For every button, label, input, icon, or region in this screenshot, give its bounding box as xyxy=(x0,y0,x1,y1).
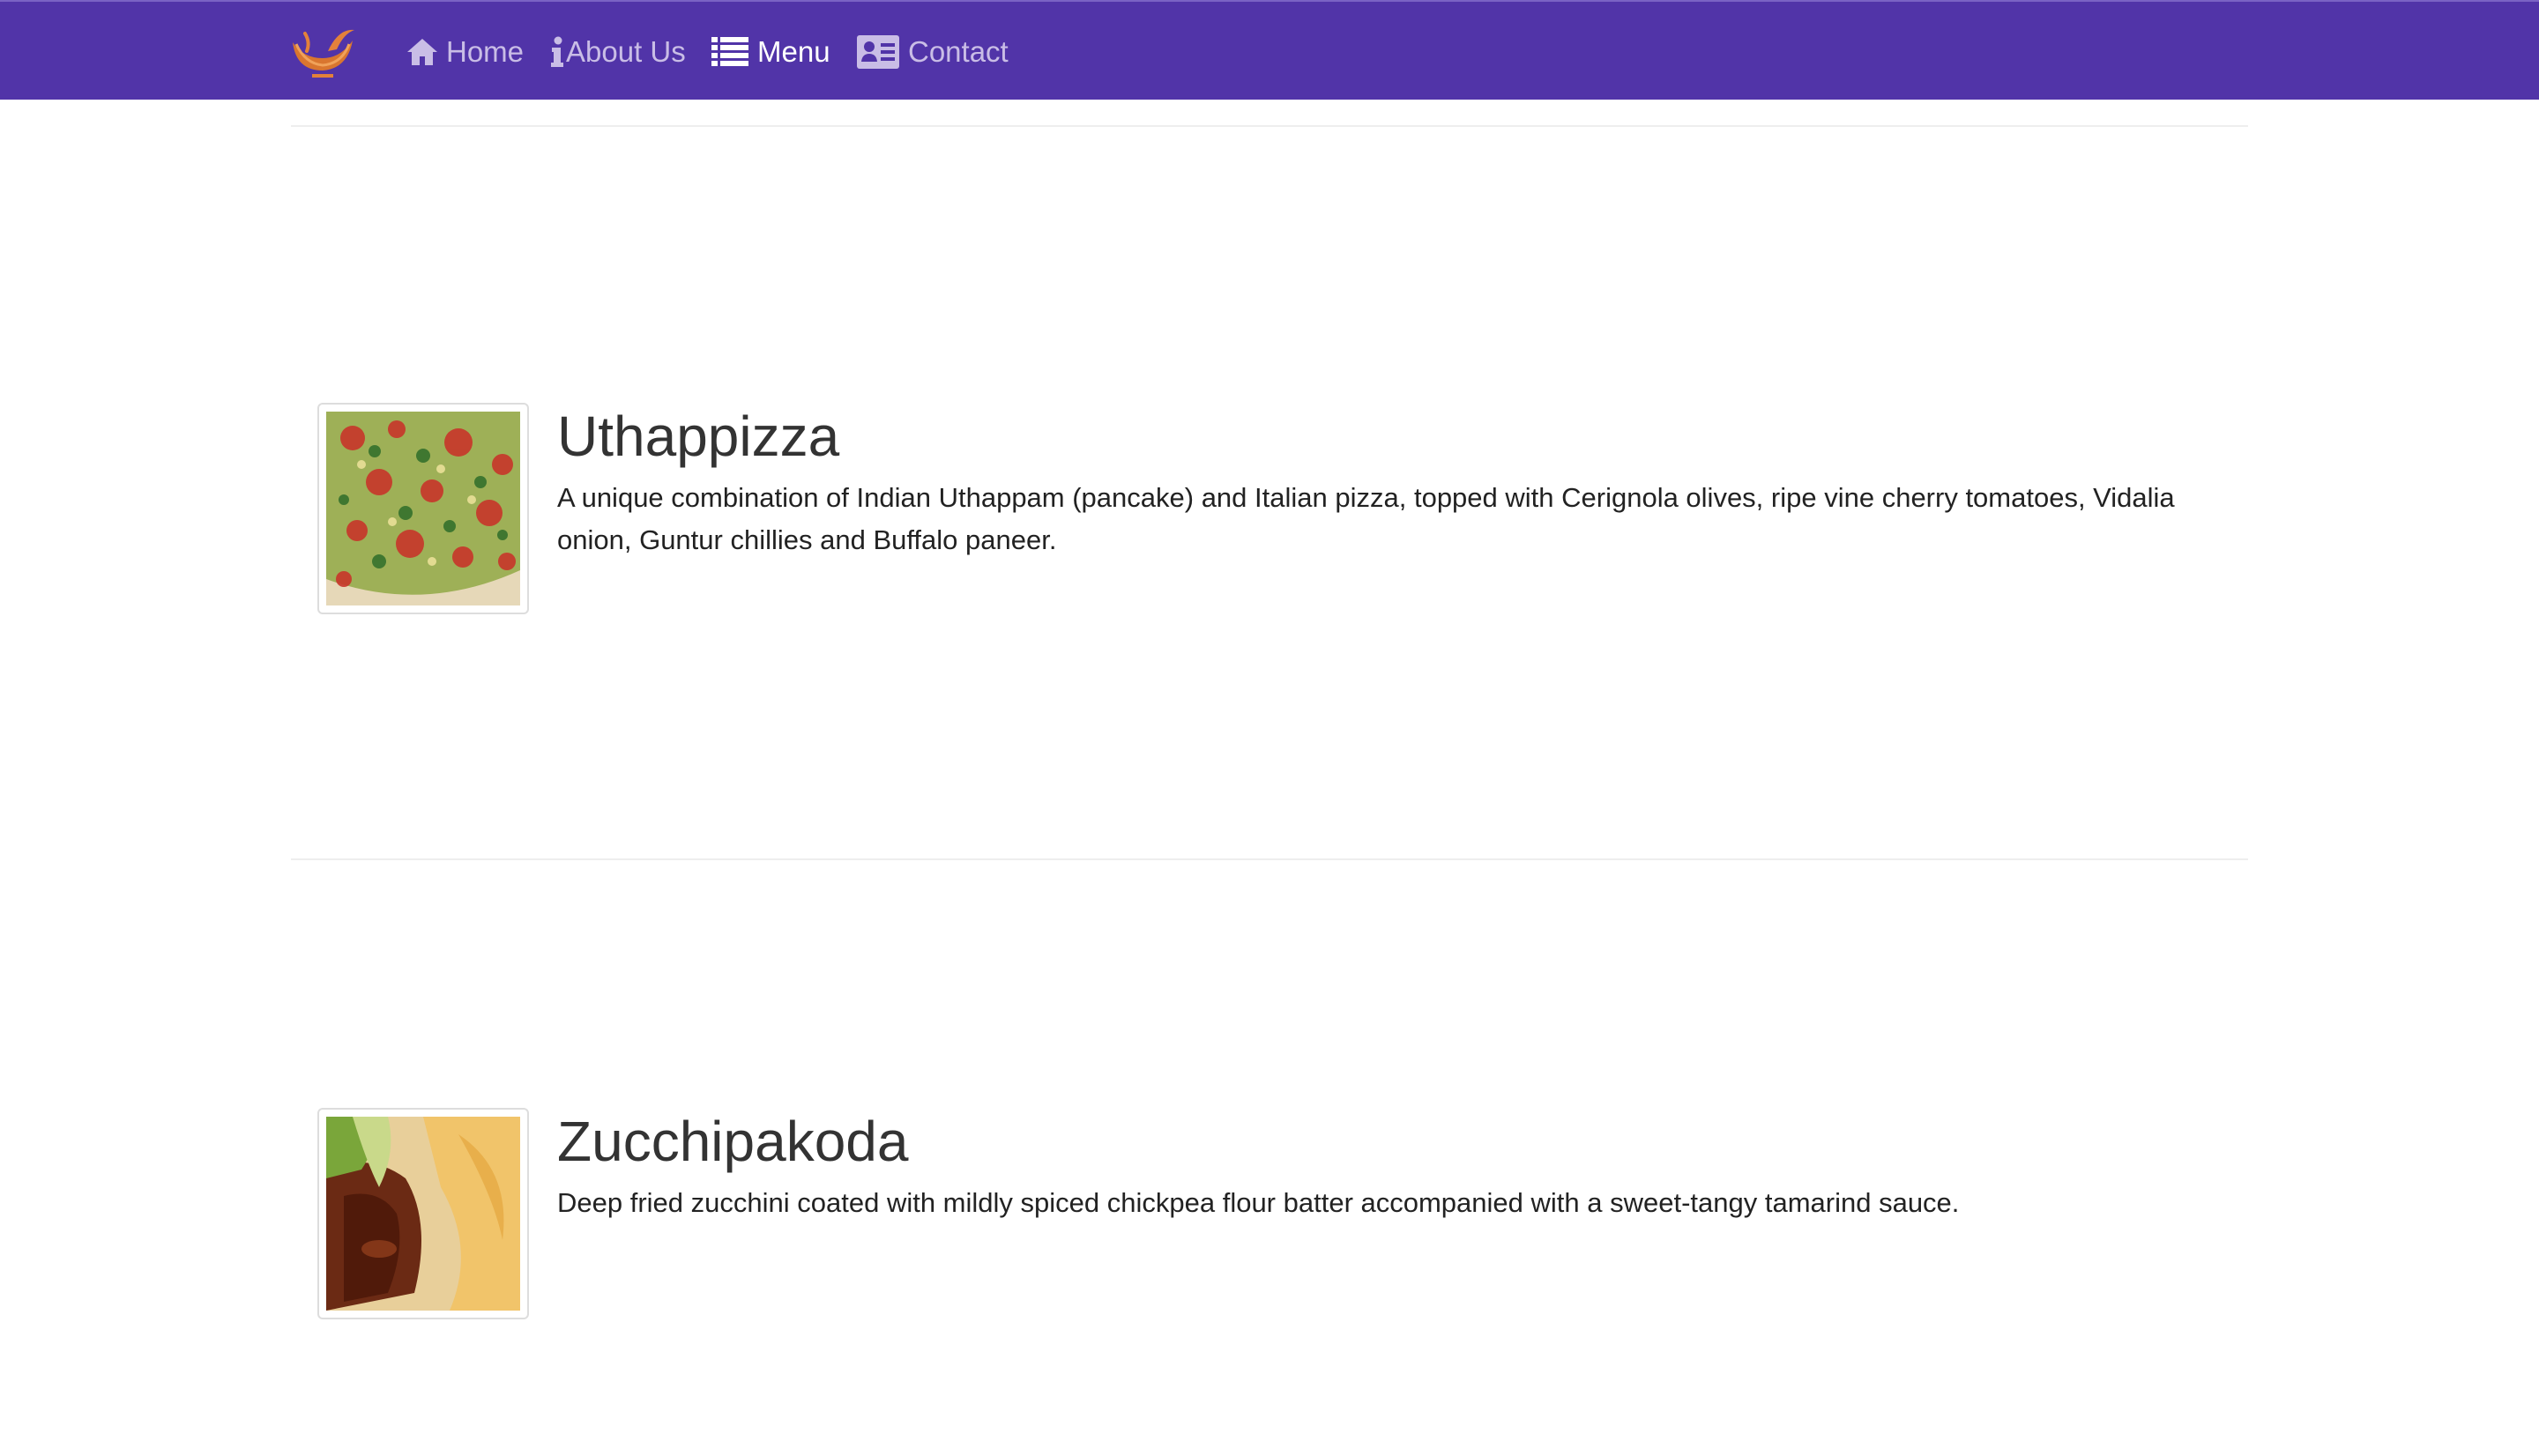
info-icon xyxy=(550,36,564,68)
dish-body: Uthappizza A unique combination of India… xyxy=(557,403,2232,561)
dish-thumbnail[interactable] xyxy=(317,1108,529,1319)
nav-label-menu: Menu xyxy=(757,34,830,68)
brand-logo[interactable] xyxy=(287,25,358,81)
dish-description: A unique combination of Indian Uthappam … xyxy=(557,482,2175,555)
nav-item-home[interactable]: Home xyxy=(406,2,524,101)
list-icon xyxy=(711,36,748,67)
dish-title: Zucchipakoda xyxy=(557,1110,909,1173)
navbar: Home About Us Menu Contact xyxy=(0,0,2539,100)
nav-item-contact[interactable]: Contact xyxy=(857,2,1009,101)
nav-label-about-us: About Us xyxy=(566,34,686,68)
nav-label-home: Home xyxy=(446,34,525,68)
home-icon xyxy=(406,37,439,67)
section-divider xyxy=(291,125,2248,127)
dish-description: Deep fried zucchini coated with mildly s… xyxy=(557,1187,1960,1218)
restaurant-logo-icon xyxy=(293,29,354,78)
dish-title: Uthappizza xyxy=(557,405,840,468)
uthappizza-image xyxy=(326,412,520,605)
address-card-icon xyxy=(857,34,899,69)
zucchipakoda-image xyxy=(326,1117,520,1311)
dish-thumbnail[interactable] xyxy=(317,403,529,614)
nav-label-contact: Contact xyxy=(908,34,1009,68)
section-divider xyxy=(291,858,2248,860)
nav-item-about-us[interactable]: About Us xyxy=(550,2,686,101)
dish-body: Zucchipakoda Deep fried zucchini coated … xyxy=(557,1108,2232,1224)
nav-item-menu[interactable]: Menu xyxy=(711,2,830,101)
